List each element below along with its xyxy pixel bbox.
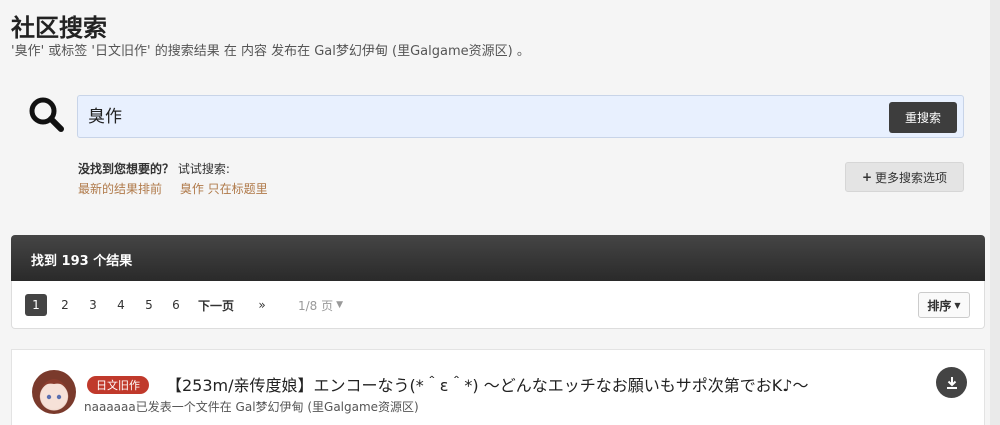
hint-links: 最新的结果排前 臭作 只在标题里	[78, 180, 282, 197]
more-options-label: 更多搜索选项	[875, 170, 948, 185]
search-input[interactable]	[88, 104, 788, 124]
sort-label: 排序	[927, 298, 952, 313]
result-meta: naaaaaa已发表一个文件在 Gal梦幻伊甸 (里Galgame资源区)	[84, 400, 419, 414]
results-count: 找到 193 个结果	[31, 254, 133, 269]
page-1[interactable]: 1	[25, 294, 47, 316]
result-title[interactable]: 【253m/亲传度娘】エンコーなう(*＾ε＾*) ～どんなエッチなお願いもサポ次…	[166, 372, 808, 396]
sort-button[interactable]: 排序 ▼	[918, 292, 970, 318]
search-subtitle: '臭作' 或标签 '日文旧作' 的搜索结果 在 内容 发布在 Gal梦幻伊甸 (…	[11, 44, 530, 59]
page-3[interactable]: 3	[82, 294, 104, 316]
download-icon	[946, 376, 957, 389]
tag-badge[interactable]: 日文旧作	[87, 376, 149, 394]
page-total: 1/8 页	[298, 298, 334, 313]
page-jump-dropdown[interactable]: 1/8 页 ▼	[298, 294, 343, 316]
next-page-link[interactable]: 下一页	[198, 294, 234, 316]
search-box: 重搜索	[77, 95, 964, 138]
results-header: 找到 193 个结果	[11, 235, 985, 281]
page-2[interactable]: 2	[54, 294, 76, 316]
research-button[interactable]: 重搜索	[889, 102, 957, 133]
plus-icon: +	[861, 170, 873, 184]
hint-link-title-only[interactable]: 臭作 只在标题里	[180, 182, 268, 196]
download-button[interactable]	[936, 367, 967, 398]
hint-try-label: 试试搜索:	[177, 162, 230, 176]
page-4[interactable]: 4	[110, 294, 132, 316]
more-search-options-button[interactable]: + 更多搜索选项	[845, 162, 964, 192]
caret-down-icon: ▼	[336, 300, 344, 310]
page-6[interactable]: 6	[165, 294, 187, 316]
pagination: 1 2 3 4 5 6 下一页 » 1/8 页 ▼ 排序 ▼	[11, 281, 985, 329]
hint-title-text: 没找到您想要的？	[78, 162, 175, 176]
hint-title: 没找到您想要的？ 试试搜索:	[78, 160, 230, 177]
caret-down-icon: ▼	[954, 300, 961, 310]
page-5[interactable]: 5	[138, 294, 160, 316]
page-title: 社区搜索	[11, 14, 107, 42]
last-page-link[interactable]: »	[251, 294, 273, 316]
result-item: 日文旧作 【253m/亲传度娘】エンコーなう(*＾ε＾*) ～どんなエッチなお願…	[11, 349, 985, 425]
avatar[interactable]	[32, 370, 76, 414]
search-icon	[27, 95, 67, 135]
hint-link-newest[interactable]: 最新的结果排前	[78, 182, 162, 196]
scrollbar[interactable]	[990, 0, 1000, 425]
